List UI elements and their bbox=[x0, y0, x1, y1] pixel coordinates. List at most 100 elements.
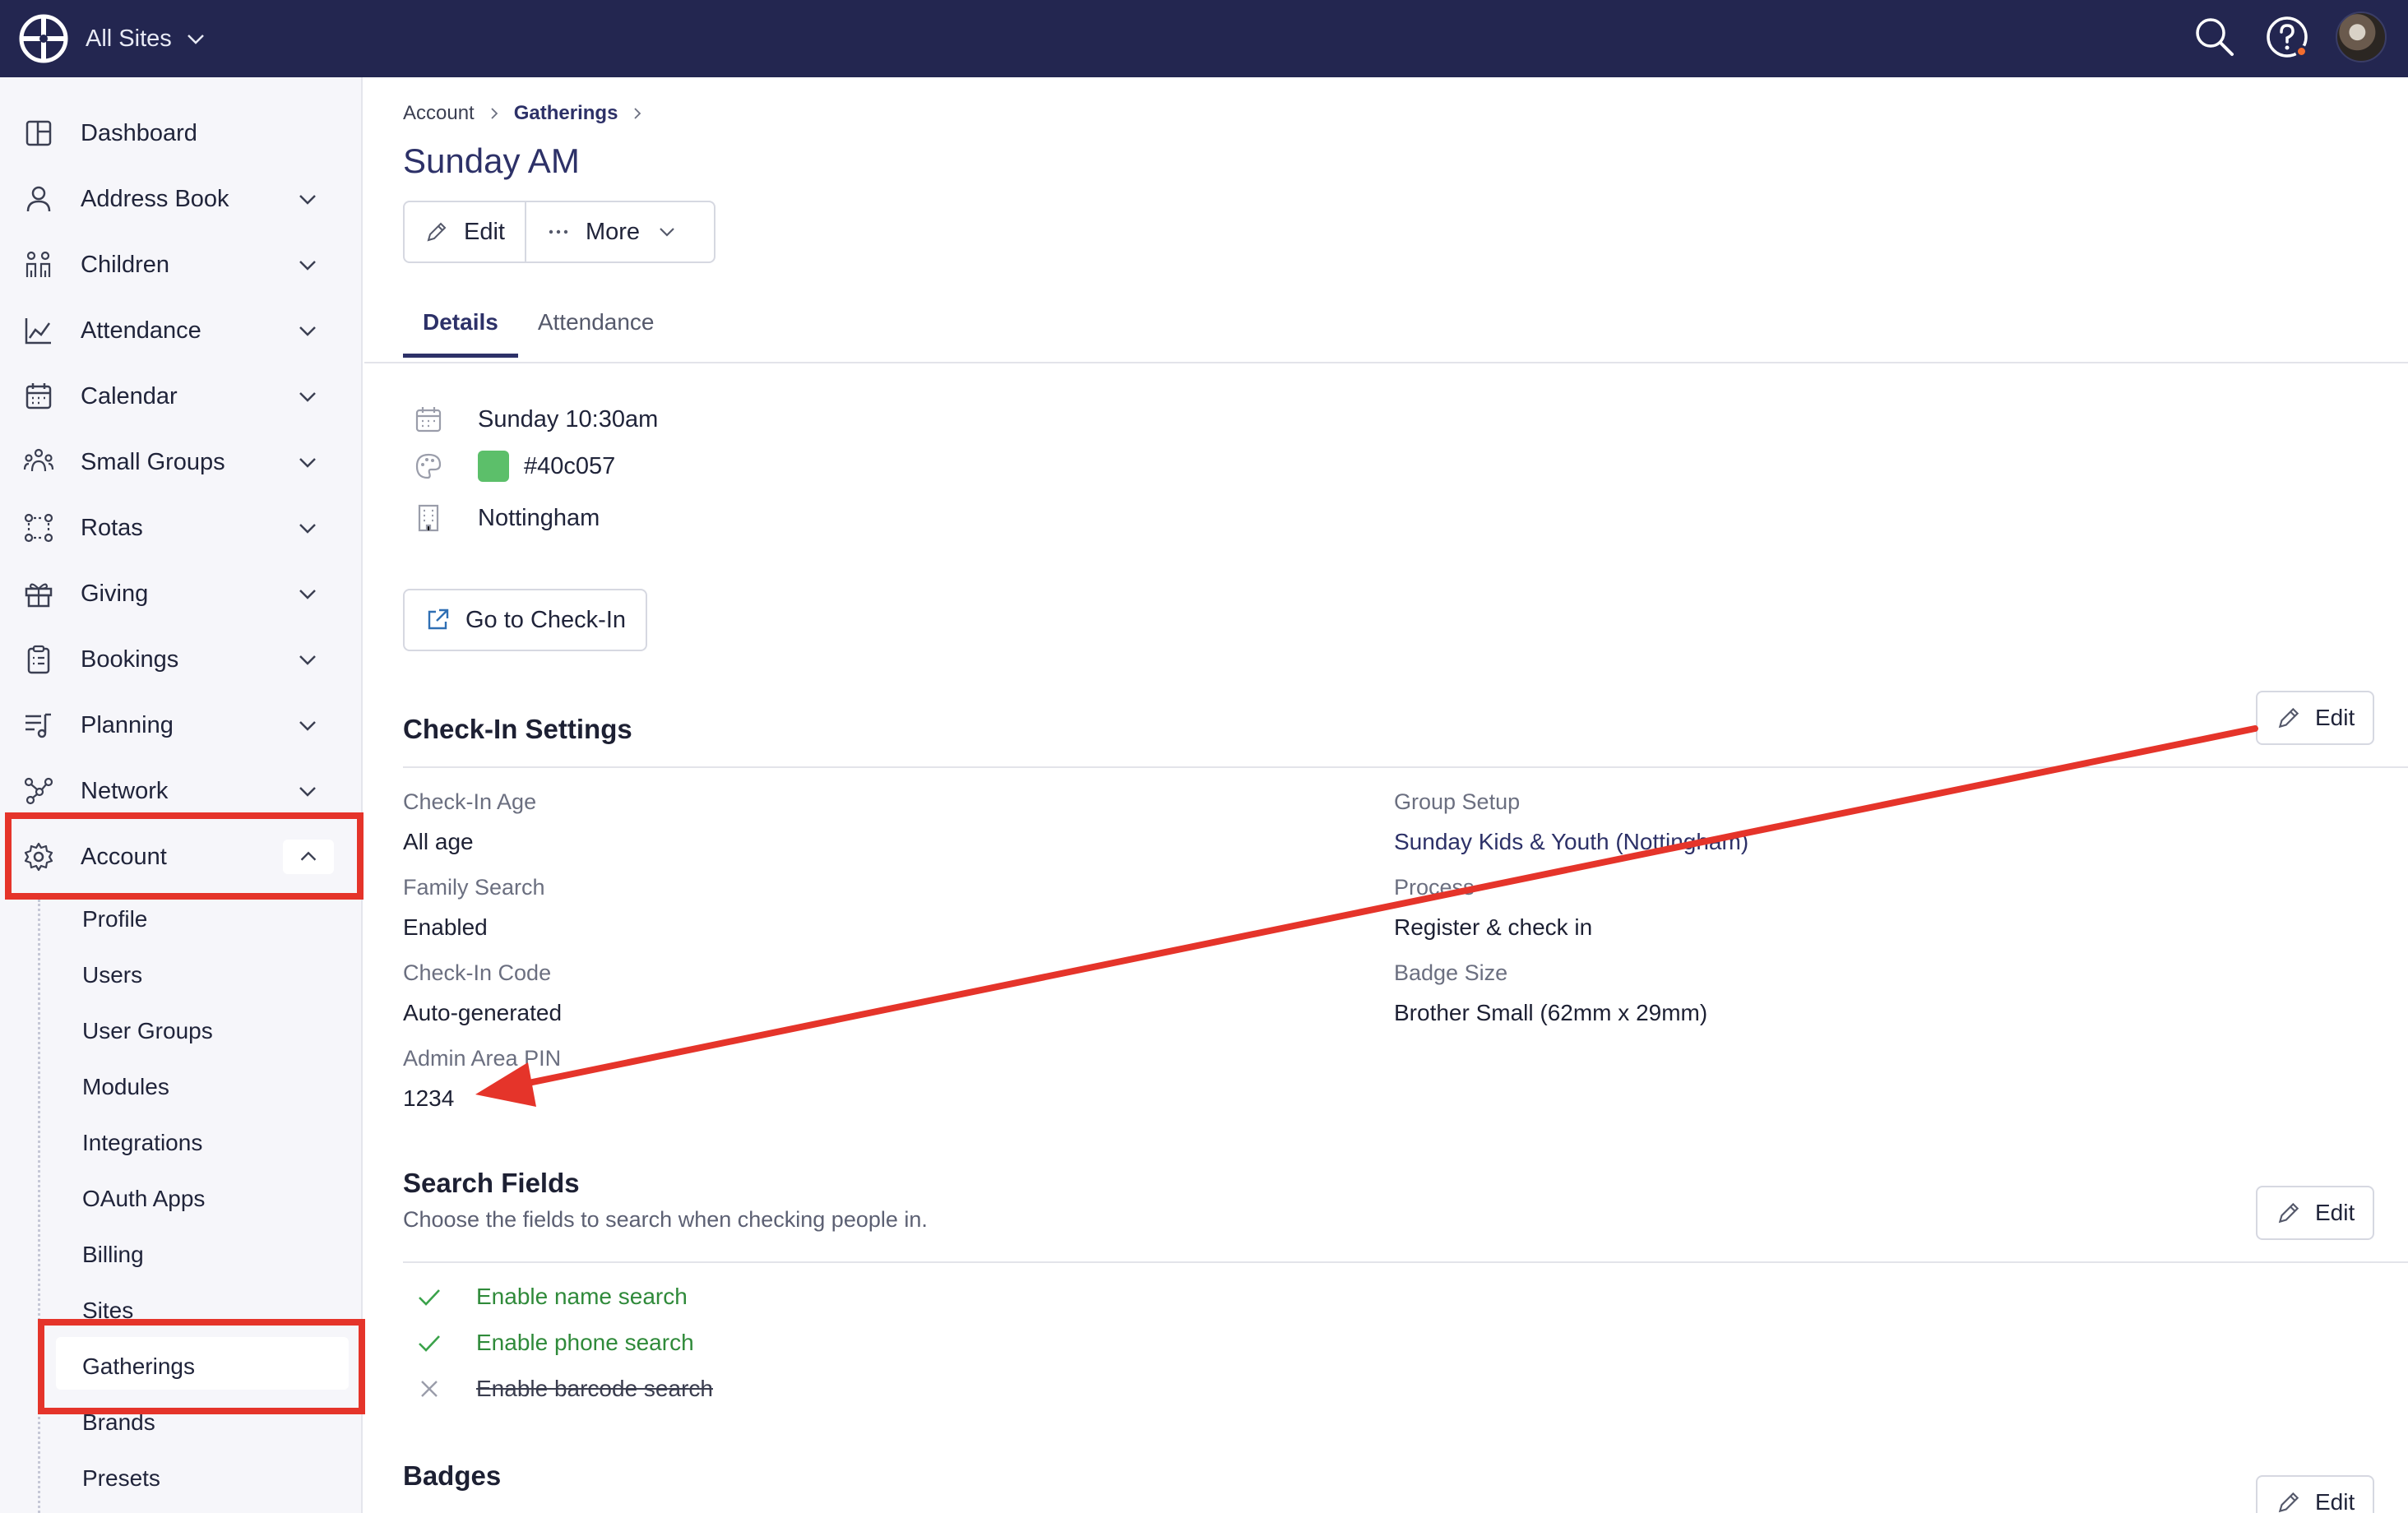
external-link-icon bbox=[428, 608, 449, 630]
sidebar-subitem-users[interactable]: Users bbox=[82, 954, 142, 997]
site-selector-label: All Sites bbox=[86, 25, 172, 52]
sidebar-subitem-integrations[interactable]: Integrations bbox=[82, 1122, 202, 1164]
sidebar-item-children[interactable]: Children bbox=[0, 232, 363, 298]
chart-icon bbox=[25, 318, 51, 345]
annotation-highlight-gatherings bbox=[38, 1319, 365, 1414]
edit-button-label: Edit bbox=[2315, 1200, 2355, 1225]
person-icon bbox=[26, 186, 51, 212]
sidebar-subitem-user-groups[interactable]: User Groups bbox=[82, 1010, 213, 1053]
badges-edit-button[interactable]: Edit bbox=[2256, 1475, 2375, 1513]
color-swatch bbox=[478, 451, 509, 482]
sidebar-item-planning[interactable]: Planning bbox=[0, 692, 363, 758]
clipboard-icon bbox=[27, 645, 50, 674]
sidebar-item-attendance[interactable]: Attendance bbox=[0, 298, 363, 363]
sidebar-subitem-billing[interactable]: Billing bbox=[82, 1233, 144, 1276]
chevron-down-icon bbox=[299, 458, 316, 468]
gift-icon bbox=[25, 583, 53, 608]
field-value-family-search: Enabled bbox=[403, 914, 488, 940]
annotation-highlight-account bbox=[5, 812, 364, 900]
chevron-down-icon bbox=[299, 524, 316, 534]
tab-details[interactable]: Details bbox=[403, 296, 518, 358]
go-to-checkin-label: Go to Check-In bbox=[465, 606, 627, 633]
sidebar-subitem-modules[interactable]: Modules bbox=[82, 1066, 169, 1108]
field-label-group-setup: Group Setup bbox=[1394, 789, 1521, 814]
site-row: Nottingham bbox=[414, 503, 600, 533]
site-selector[interactable]: All Sites bbox=[86, 18, 208, 59]
children-icon bbox=[25, 251, 51, 277]
search-fields-title: Search Fields bbox=[403, 1168, 580, 1198]
sidebar: Dashboard Address Book Children Attendan… bbox=[0, 77, 363, 1513]
field-label-admin-pin: Admin Area PIN bbox=[403, 1046, 562, 1071]
search-option-label: Enable phone search bbox=[476, 1330, 694, 1355]
sidebar-item-small-groups[interactable]: Small Groups bbox=[0, 429, 363, 495]
calendar-icon bbox=[25, 383, 52, 409]
chevron-down-icon bbox=[660, 228, 674, 237]
sidebar-item-label: Bookings bbox=[81, 645, 179, 673]
more-button[interactable]: More bbox=[524, 202, 699, 261]
check-icon bbox=[419, 1335, 440, 1352]
submenu-guide-line bbox=[38, 900, 40, 1513]
edit-button-label: Edit bbox=[2315, 1489, 2355, 1513]
sidebar-item-rotas[interactable]: Rotas bbox=[0, 495, 363, 561]
sidebar-item-giving[interactable]: Giving bbox=[0, 561, 363, 627]
badges-title: Badges bbox=[403, 1460, 502, 1491]
notification-dot bbox=[2295, 45, 2308, 58]
sidebar-subitem-profile[interactable]: Profile bbox=[82, 898, 147, 941]
sidebar-item-label: Network bbox=[81, 777, 169, 804]
field-value-checkin-code: Auto-generated bbox=[403, 1000, 563, 1025]
chevron-down-icon bbox=[299, 326, 316, 336]
avatar[interactable] bbox=[2336, 12, 2387, 62]
sidebar-item-calendar[interactable]: Calendar bbox=[0, 363, 363, 429]
sidebar-item-bookings[interactable]: Bookings bbox=[0, 627, 363, 692]
sidebar-item-label: Small Groups bbox=[81, 448, 225, 475]
search-option-label: Enable barcode search bbox=[476, 1376, 713, 1401]
search-icon[interactable] bbox=[2191, 13, 2239, 61]
edit-button-label: Edit bbox=[464, 218, 505, 245]
rotas-icon bbox=[24, 513, 53, 543]
tab-divider bbox=[364, 362, 2408, 363]
sidebar-subitem-presets[interactable]: Presets bbox=[82, 1457, 160, 1500]
brand-logo-icon[interactable] bbox=[18, 13, 69, 64]
section-divider bbox=[403, 766, 2408, 768]
go-to-checkin-button[interactable]: Go to Check-In bbox=[403, 589, 648, 651]
network-icon bbox=[24, 777, 53, 805]
tab-bar: Details Attendance bbox=[403, 296, 674, 358]
pencil-icon bbox=[2278, 707, 2299, 729]
field-value-admin-pin: 1234 bbox=[403, 1085, 455, 1111]
search-option-barcode: Enable barcode search bbox=[415, 1375, 713, 1403]
more-button-label: More bbox=[585, 218, 641, 245]
chevron-down-icon bbox=[299, 261, 316, 271]
breadcrumb-account[interactable]: Account bbox=[403, 102, 475, 125]
checkin-settings-title: Check-In Settings bbox=[403, 714, 632, 744]
tab-attendance[interactable]: Attendance bbox=[518, 296, 674, 358]
dashboard-icon bbox=[25, 120, 52, 146]
checkin-settings-edit-button[interactable]: Edit bbox=[2256, 691, 2375, 745]
ellipsis-icon bbox=[549, 229, 568, 234]
search-option-phone: Enable phone search bbox=[415, 1329, 694, 1357]
calendar-icon bbox=[415, 407, 442, 433]
sidebar-item-address-book[interactable]: Address Book bbox=[0, 166, 363, 232]
top-bar: All Sites bbox=[0, 0, 2408, 77]
field-value-process: Register & check in bbox=[1394, 914, 1593, 940]
search-fields-edit-button[interactable]: Edit bbox=[2256, 1186, 2375, 1240]
color-row: #40c057 bbox=[414, 451, 615, 482]
main-content: Account Gatherings Sunday AM Edit More D… bbox=[364, 77, 2408, 1513]
help-button[interactable] bbox=[2263, 13, 2311, 61]
sidebar-item-label: Planning bbox=[81, 711, 174, 738]
field-label-family-search: Family Search bbox=[403, 875, 545, 900]
edit-button-label: Edit bbox=[2315, 705, 2355, 730]
palette-icon bbox=[415, 453, 442, 479]
sidebar-item-label: Giving bbox=[81, 580, 149, 607]
sidebar-item-label: Rotas bbox=[81, 514, 143, 541]
sidebar-subitem-oauth-apps[interactable]: OAuth Apps bbox=[82, 1178, 205, 1220]
sidebar-item-dashboard[interactable]: Dashboard bbox=[0, 100, 363, 166]
breadcrumb-gatherings[interactable]: Gatherings bbox=[514, 102, 618, 125]
field-value-checkin-age: All age bbox=[403, 829, 474, 854]
field-value-group-setup-link[interactable]: Sunday Kids & Youth (Nottingham) bbox=[1394, 829, 1748, 855]
edit-button[interactable]: Edit bbox=[405, 202, 525, 261]
check-icon bbox=[419, 1289, 440, 1306]
chevron-down-icon bbox=[299, 590, 316, 599]
chevron-right-icon bbox=[491, 108, 498, 119]
chevron-right-icon bbox=[634, 108, 641, 119]
close-icon bbox=[421, 1381, 438, 1397]
